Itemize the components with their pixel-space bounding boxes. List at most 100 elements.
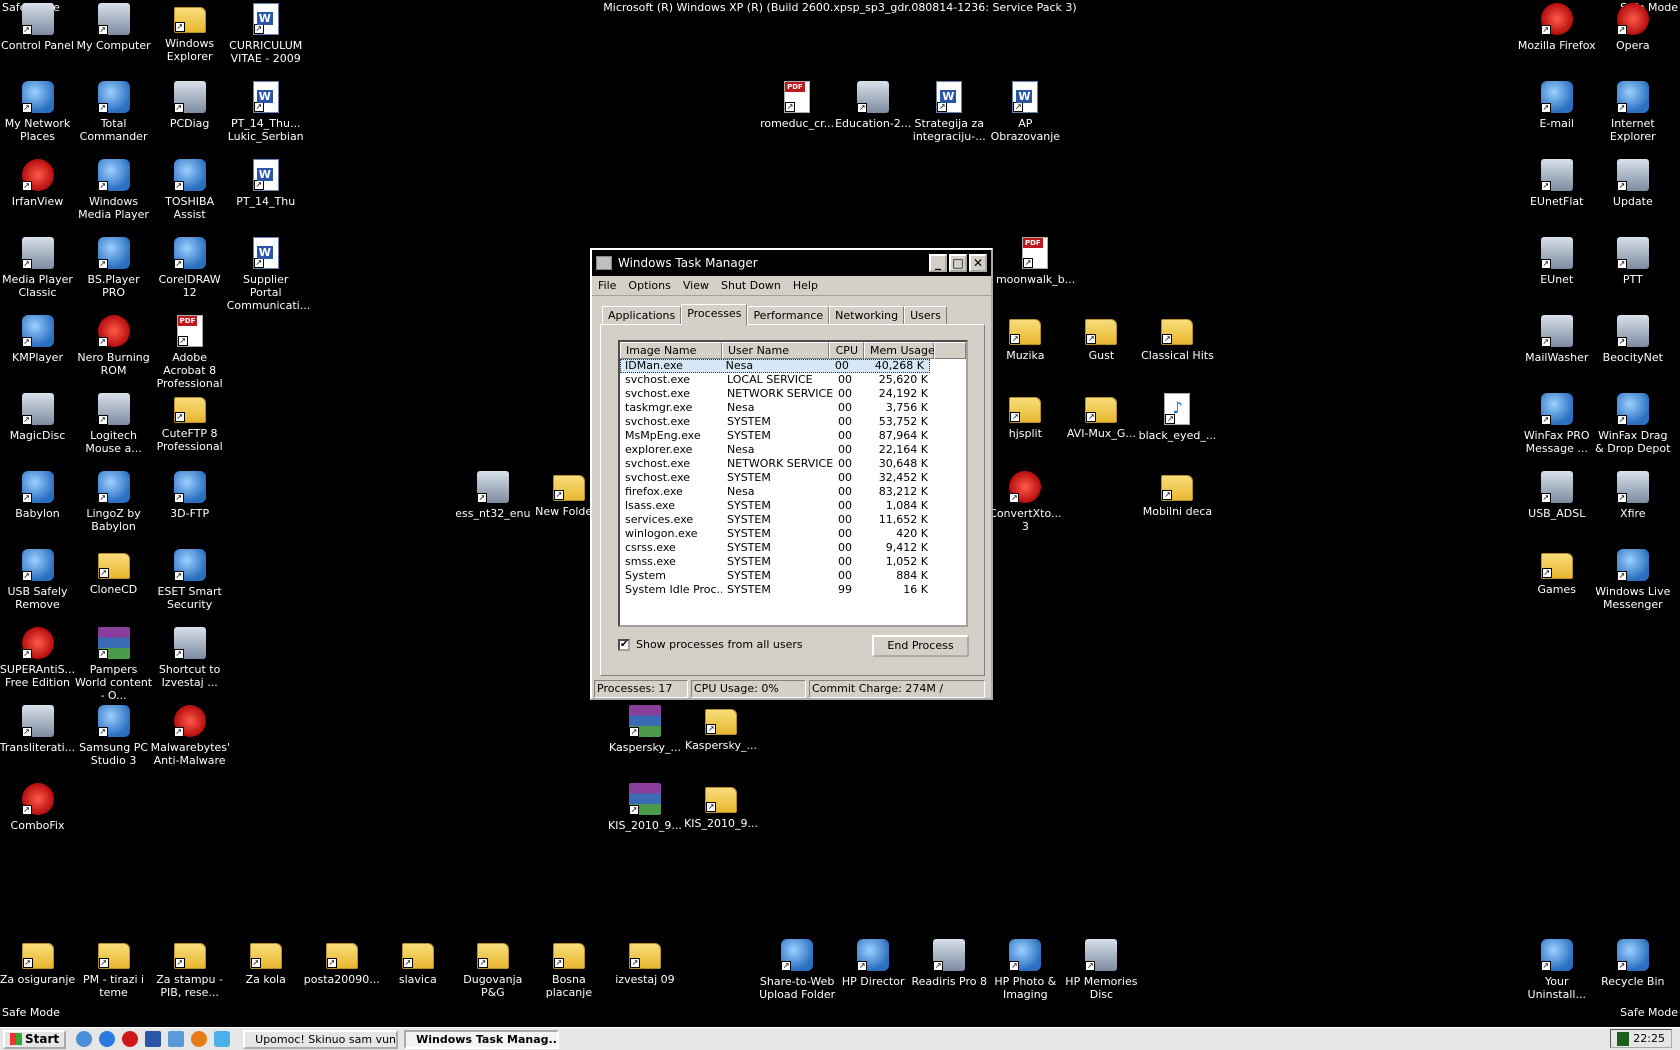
desktop-icon[interactable]: ↗ Total Commander [75, 81, 153, 143]
desktop-icon[interactable]: ↗ Opera [1594, 3, 1672, 52]
process-list[interactable]: Image Name User Name CPU Mem Usage IDMan… [618, 340, 968, 627]
desktop-icon[interactable]: ↗ Your Uninstall... [1518, 939, 1596, 1001]
process-row[interactable]: svchost.exe SYSTEM 00 32,452 K [620, 471, 966, 485]
desktop-icon[interactable]: ↗ HP Photo & Imaging [986, 939, 1064, 1001]
process-row[interactable]: svchost.exe SYSTEM 00 53,752 K [620, 415, 966, 429]
desktop-icon[interactable]: ↗ Za kola [227, 939, 305, 986]
process-row[interactable]: taskmgr.exe Nesa 00 3,756 K [620, 401, 966, 415]
desktop-icon[interactable]: ↗ USB_ADSL [1518, 471, 1596, 520]
clock[interactable]: 22:25 [1633, 1032, 1665, 1045]
desktop-icon[interactable]: ↗ KIS_2010_9... [682, 783, 760, 830]
desktop-icon[interactable]: ↗ Bosna placanje [530, 939, 608, 999]
desktop-icon[interactable]: ↗ USB Safely Remove [0, 549, 77, 611]
desktop-icon[interactable]: ↗ BeocityNet [1594, 315, 1672, 364]
process-row[interactable]: services.exe SYSTEM 00 11,652 K [620, 513, 966, 527]
process-row[interactable]: MsMpEng.exe SYSTEM 00 87,964 K [620, 429, 966, 443]
desktop-icon[interactable]: ↗ Logitech Mouse a... [75, 393, 153, 455]
desktop-icon[interactable]: ↗ Mobilni deca [1138, 471, 1216, 518]
column-image-name[interactable]: Image Name [620, 342, 722, 359]
start-button[interactable]: Start [3, 1029, 67, 1049]
outlook-icon[interactable] [168, 1031, 185, 1047]
desktop-icon[interactable]: ↗ Readiris Pro 8 [910, 939, 988, 988]
desktop-icon[interactable]: ↗ Xfire [1594, 471, 1672, 520]
desktop-icon[interactable]: ↗ Adobe Acrobat 8 Professional [151, 315, 229, 390]
desktop-icon[interactable]: ↗ moonwalk_b... [996, 237, 1075, 286]
desktop-icon[interactable]: ↗ CloneCD [75, 549, 153, 596]
desktop-icon[interactable]: ↗ E-mail [1518, 81, 1596, 130]
desktop-icon[interactable]: ↗ HP Director [834, 939, 912, 988]
menu-view[interactable]: View [683, 279, 709, 292]
desktop-icon[interactable]: ↗ My Network Places [0, 81, 77, 143]
desktop-icon[interactable]: ↗ EUnetFlat [1518, 159, 1596, 208]
desktop-icon[interactable]: ↗ PT_14_Thu... Lukic_Serbian [227, 81, 305, 143]
column-user-name[interactable]: User Name [722, 342, 829, 359]
menu-help[interactable]: Help [793, 279, 818, 292]
desktop-icon[interactable]: ↗ Control Panel [0, 3, 77, 52]
desktop-icon[interactable]: ↗ Dugovanja P&G [454, 939, 532, 999]
desktop-icon[interactable]: ↗ PTT [1594, 237, 1672, 286]
desktop-icon[interactable]: ↗ CorelDRAW 12 [151, 237, 229, 299]
task-button-firefox[interactable]: Upomoc! Skinuo sam vun... [243, 1029, 399, 1049]
desktop-icon[interactable]: ↗ MailWasher [1518, 315, 1596, 364]
desktop-icon[interactable]: ↗ ESET Smart Security [151, 549, 229, 611]
process-row[interactable]: firefox.exe Nesa 00 83,212 K [620, 485, 966, 499]
desktop-icon[interactable]: ↗ Windows Explorer [151, 3, 229, 63]
tab-applications[interactable]: Applications [602, 306, 682, 324]
desktop-icon[interactable]: ↗ My Computer [75, 3, 153, 52]
desktop-icon[interactable]: ↗ Share-to-Web Upload Folder [758, 939, 836, 1001]
desktop-icon[interactable]: ↗ KMPlayer [0, 315, 77, 364]
desktop-icon[interactable]: ↗ Windows Live Messenger [1594, 549, 1672, 611]
process-row[interactable]: System SYSTEM 00 884 K [620, 569, 966, 583]
desktop-icon[interactable]: ↗ BS.Player PRO [75, 237, 153, 299]
desktop-icon[interactable]: ↗ SUPERAntiS... Free Edition [0, 627, 77, 689]
desktop-icon[interactable]: ↗ Pampers World content - O... [75, 627, 153, 702]
process-row[interactable]: System Idle Proc... SYSTEM 99 16 K [620, 583, 966, 597]
desktop-icon[interactable]: ↗ Education-2... [834, 81, 912, 130]
desktop-icon[interactable]: ↗ EUnet [1518, 237, 1596, 286]
process-row[interactable]: IDMan.exe Nesa 00 40,268 K [620, 359, 930, 373]
maximize-button[interactable]: □ [949, 254, 967, 272]
minimize-button[interactable]: _ [929, 254, 947, 272]
process-row[interactable]: smss.exe SYSTEM 00 1,052 K [620, 555, 966, 569]
end-process-button[interactable]: End Process [872, 635, 969, 657]
desktop-icon[interactable]: ↗ HP Memories Disc [1062, 939, 1140, 1001]
tab-users[interactable]: Users [904, 306, 947, 324]
desktop-icon[interactable]: ↗ AP Obrazovanje [986, 81, 1064, 143]
desktop-icon[interactable]: ↗ romeduc_cr... [758, 81, 836, 130]
menu-options[interactable]: Options [628, 279, 670, 292]
desktop-icon[interactable]: ↗ posta20090... [303, 939, 381, 986]
desktop-icon[interactable]: ↗ CURRICULUM VITAE - 2009 [227, 3, 305, 65]
process-row[interactable]: svchost.exe NETWORK SERVICE 00 24,192 K [620, 387, 966, 401]
desktop-icon[interactable]: ↗ PT_14_Thu [227, 159, 305, 208]
checkbox-box[interactable]: ✔ [618, 638, 630, 651]
process-row[interactable]: svchost.exe LOCAL SERVICE 00 25,620 K [620, 373, 966, 387]
desktop-icon[interactable]: ↗ KIS_2010_9... [606, 783, 684, 832]
desktop-icon[interactable]: ↗ Kaspersky_... [606, 705, 684, 754]
network-tray-icon[interactable] [1617, 1031, 1630, 1046]
desktop-icon[interactable]: ↗ CuteFTP 8 Professional [151, 393, 229, 453]
task-button-task-manager[interactable]: Windows Task Manag... [404, 1029, 560, 1049]
desktop-icon[interactable]: ↗ Transliterati... [0, 705, 77, 754]
desktop-icon[interactable]: ↗ Windows Media Player [75, 159, 153, 221]
desktop-icon[interactable]: ↗ Recycle Bin [1594, 939, 1672, 988]
desktop-icon[interactable]: ↗ MagicDisc [0, 393, 77, 442]
close-button[interactable]: ✕ [969, 254, 987, 272]
firefox-icon[interactable] [191, 1031, 208, 1047]
desktop-icon[interactable]: ↗ hjsplit [986, 393, 1064, 440]
desktop-icon[interactable]: ↗ black_eyed_... [1138, 393, 1216, 442]
desktop-icon[interactable]: ↗ Samsung PC Studio 3 [75, 705, 153, 767]
opera-icon[interactable] [122, 1031, 139, 1047]
desktop-icon[interactable]: ↗ AVI-Mux_G... [1062, 393, 1140, 440]
desktop-icon[interactable]: ↗ Muzika [986, 315, 1064, 362]
desktop-icon[interactable]: ↗ Nero Burning ROM [75, 315, 153, 377]
column-cpu[interactable]: CPU [829, 342, 864, 359]
desktop-icon[interactable]: ↗ Classical Hits [1138, 315, 1216, 362]
desktop-icon[interactable]: ↗ slavica [379, 939, 457, 986]
desktop-icon[interactable]: ↗ Update [1594, 159, 1672, 208]
column-mem-usage[interactable]: Mem Usage [864, 342, 935, 359]
msn-icon[interactable] [76, 1031, 93, 1047]
show-all-users-checkbox[interactable]: ✔ Show processes from all users [618, 638, 803, 651]
desktop-icon[interactable]: ↗ PCDiag [151, 81, 229, 130]
desktop-icon[interactable]: ↗ TOSHIBA Assist [151, 159, 229, 221]
process-row[interactable]: lsass.exe SYSTEM 00 1,084 K [620, 499, 966, 513]
